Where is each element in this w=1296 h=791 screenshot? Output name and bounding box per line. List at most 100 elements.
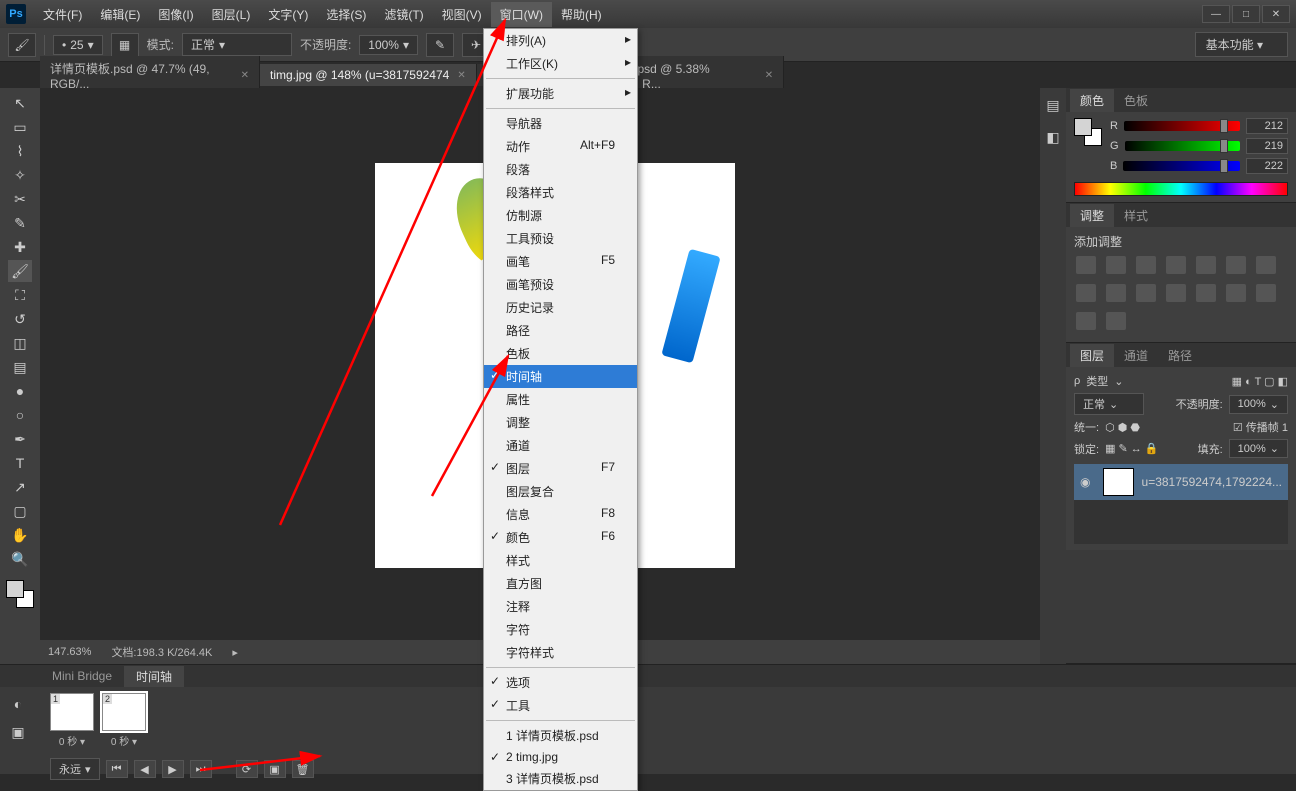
- curves-icon[interactable]: [1136, 256, 1156, 274]
- menu-item-段落样式[interactable]: 段落样式: [484, 181, 637, 204]
- bw-icon[interactable]: [1076, 284, 1096, 302]
- history-panel-icon[interactable]: ▤: [1041, 94, 1065, 116]
- close-button[interactable]: ✕: [1262, 5, 1290, 23]
- tab-timeline[interactable]: 时间轴: [124, 666, 184, 687]
- tab-adjustments[interactable]: 调整: [1070, 204, 1114, 227]
- menu-item-仿制源[interactable]: 仿制源: [484, 204, 637, 227]
- layer-row[interactable]: ◉ u=3817592474,1792224...: [1074, 464, 1288, 500]
- opacity-input[interactable]: 100% ▾: [359, 35, 418, 55]
- maximize-button[interactable]: □: [1232, 5, 1260, 23]
- menu-item-工具[interactable]: 工具: [484, 694, 637, 717]
- r-slider[interactable]: [1124, 121, 1240, 131]
- layer-blend-mode[interactable]: 正常 ⌄: [1074, 393, 1144, 415]
- play-button[interactable]: ▶: [162, 760, 184, 778]
- menu-image[interactable]: 图像(I): [149, 2, 202, 27]
- current-tool-icon[interactable]: 🖌: [8, 33, 36, 57]
- channel-mixer-icon[interactable]: [1136, 284, 1156, 302]
- zoom-level[interactable]: 147.63%: [48, 646, 91, 658]
- menu-item-2 timg.jpg[interactable]: 2 timg.jpg: [484, 747, 637, 767]
- brightness-icon[interactable]: [1076, 256, 1096, 274]
- layer-fill[interactable]: 100% ⌄: [1229, 439, 1288, 458]
- layer-opacity[interactable]: 100% ⌄: [1229, 395, 1288, 414]
- menu-help[interactable]: 帮助(H): [552, 2, 611, 27]
- menu-item-图层[interactable]: 图层F7: [484, 457, 637, 480]
- wand-tool[interactable]: ✧: [8, 164, 32, 186]
- tab-color[interactable]: 颜色: [1070, 89, 1114, 112]
- pressure-opacity-icon[interactable]: ✎: [426, 33, 454, 57]
- eyedropper-tool[interactable]: ✎: [8, 212, 32, 234]
- b-input[interactable]: 222: [1246, 158, 1288, 174]
- path-select-tool[interactable]: ↗: [8, 476, 32, 498]
- menu-item-字符样式[interactable]: 字符样式: [484, 641, 637, 664]
- next-frame-button[interactable]: ⏭: [190, 760, 212, 778]
- panel-color-swatch[interactable]: [1074, 118, 1102, 146]
- menu-select[interactable]: 选择(S): [317, 2, 375, 27]
- hand-tool[interactable]: ✋: [8, 524, 32, 546]
- layer-thumbnail[interactable]: [1103, 468, 1133, 496]
- menu-item-色板[interactable]: 色板: [484, 342, 637, 365]
- close-icon[interactable]: ✕: [457, 70, 465, 81]
- zoom-tool[interactable]: 🔍: [8, 548, 32, 570]
- stamp-tool[interactable]: ⛶: [8, 284, 32, 306]
- menu-item-注释[interactable]: 注释: [484, 595, 637, 618]
- menu-item-调整[interactable]: 调整: [484, 411, 637, 434]
- gradient-map-icon[interactable]: [1076, 312, 1096, 330]
- close-icon[interactable]: ✕: [241, 70, 249, 81]
- threshold-icon[interactable]: [1256, 284, 1276, 302]
- r-input[interactable]: 212: [1246, 118, 1288, 134]
- color-balance-icon[interactable]: [1256, 256, 1276, 274]
- tab-channels[interactable]: 通道: [1114, 344, 1158, 367]
- brush-tool[interactable]: 🖌: [8, 260, 32, 282]
- brush-panel-toggle[interactable]: ▦: [111, 33, 139, 57]
- tween-button[interactable]: ⟳: [236, 760, 258, 778]
- blend-mode-select[interactable]: 正常 ▾: [182, 33, 292, 56]
- pen-tool[interactable]: ✒: [8, 428, 32, 450]
- selective-color-icon[interactable]: [1106, 312, 1126, 330]
- menu-item-工作区(K)[interactable]: 工作区(K): [484, 52, 637, 75]
- menu-item-属性[interactable]: 属性: [484, 388, 637, 411]
- menu-item-选项[interactable]: 选项: [484, 671, 637, 694]
- menu-item-样式[interactable]: 样式: [484, 549, 637, 572]
- color-swatches[interactable]: [6, 580, 34, 608]
- menu-item-历史记录[interactable]: 历史记录: [484, 296, 637, 319]
- eraser-tool[interactable]: ◫: [8, 332, 32, 354]
- hue-strip[interactable]: [1074, 182, 1288, 196]
- layer-name[interactable]: u=3817592474,1792224...: [1142, 475, 1282, 489]
- heal-tool[interactable]: ✚: [8, 236, 32, 258]
- duplicate-frame-button[interactable]: ▣: [264, 760, 286, 778]
- brush-size-picker[interactable]: • 25 ▾: [53, 35, 103, 55]
- menu-item-时间轴[interactable]: 时间轴: [484, 365, 637, 388]
- menu-item-1 详情页模板.psd[interactable]: 1 详情页模板.psd: [484, 724, 637, 747]
- tab-swatches[interactable]: 色板: [1114, 89, 1158, 112]
- menu-item-导航器[interactable]: 导航器: [484, 112, 637, 135]
- menu-item-画笔[interactable]: 画笔F5: [484, 250, 637, 273]
- menu-item-直方图[interactable]: 直方图: [484, 572, 637, 595]
- document-tab[interactable]: timg.jpg @ 148% (u=3817592474✕: [260, 64, 477, 86]
- menu-item-段落[interactable]: 段落: [484, 158, 637, 181]
- screenmode-icon[interactable]: ▣: [6, 721, 30, 743]
- prev-frame-button[interactable]: ◀: [134, 760, 156, 778]
- b-slider[interactable]: [1123, 161, 1240, 171]
- menu-item-颜色[interactable]: 颜色F6: [484, 526, 637, 549]
- tab-mini-bridge[interactable]: Mini Bridge: [40, 667, 124, 685]
- delete-frame-button[interactable]: 🗑: [292, 760, 314, 778]
- menu-item-通道[interactable]: 通道: [484, 434, 637, 457]
- photo-filter-icon[interactable]: [1106, 284, 1126, 302]
- first-frame-button[interactable]: ⏮: [106, 760, 128, 778]
- invert-icon[interactable]: [1196, 284, 1216, 302]
- menu-item-动作[interactable]: 动作Alt+F9: [484, 135, 637, 158]
- menu-file[interactable]: 文件(F): [34, 2, 91, 27]
- menu-window[interactable]: 窗口(W): [491, 2, 552, 27]
- menu-filter[interactable]: 滤镜(T): [375, 2, 432, 27]
- move-tool[interactable]: ↖: [8, 92, 32, 114]
- exposure-icon[interactable]: [1166, 256, 1186, 274]
- menu-item-信息[interactable]: 信息F8: [484, 503, 637, 526]
- minimize-button[interactable]: —: [1202, 5, 1230, 23]
- menu-item-字符[interactable]: 字符: [484, 618, 637, 641]
- lookup-icon[interactable]: [1166, 284, 1186, 302]
- quickmask-icon[interactable]: ◐: [6, 693, 30, 715]
- vibrance-icon[interactable]: [1196, 256, 1216, 274]
- menu-item-扩展功能[interactable]: 扩展功能: [484, 82, 637, 105]
- tab-paths[interactable]: 路径: [1158, 344, 1202, 367]
- tab-styles[interactable]: 样式: [1114, 204, 1158, 227]
